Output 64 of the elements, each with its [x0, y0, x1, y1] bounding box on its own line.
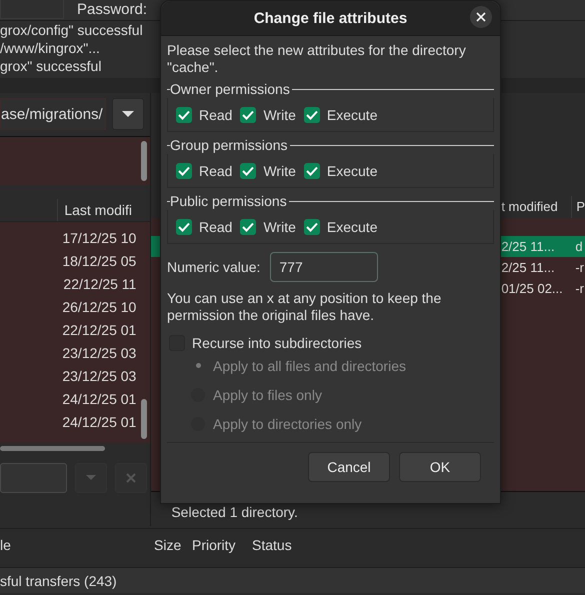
checkbox[interactable]: Execute: [304, 106, 378, 122]
table-cell-text: 22/12/25 11: [62, 275, 136, 294]
table-cell-text: 24/12/25 01: [61, 390, 136, 409]
log-line: grox/config" successful: [0, 21, 143, 39]
column-header[interactable]: P: [571, 196, 585, 218]
text-field[interactable]: [0, 0, 64, 19]
check-icon: [242, 222, 254, 232]
column-header[interactable]: le: [0, 537, 154, 553]
column-header[interactable]: Last modifi: [57, 199, 144, 221]
log-line: /www/kingrox"...: [0, 39, 100, 57]
table-cell-text: 22/12/25 01: [61, 321, 136, 340]
scrollbar[interactable]: [141, 141, 148, 181]
close-button[interactable]: [470, 6, 492, 28]
group-label: Owner permissions: [170, 81, 290, 97]
check-icon: [306, 222, 318, 232]
check-icon: [306, 110, 318, 120]
check-icon: [242, 110, 254, 120]
numeric-label: Numeric value:: [167, 259, 260, 275]
group-label: Public permissions: [170, 193, 287, 209]
checkbox[interactable]: Recurse into subdirectories: [167, 335, 494, 351]
table-cell-text: 17/12/25 10: [61, 229, 136, 248]
table-cell-text: 23/12/25 03: [61, 344, 136, 363]
status-text: Selected 1 directory.: [171, 504, 298, 520]
checkbox[interactable]: Write: [240, 162, 296, 178]
intro-text: Please select the new attributes for the directory "cache".: [167, 42, 467, 76]
check-icon: [242, 166, 254, 176]
check-icon: [178, 110, 190, 120]
check-icon: [306, 166, 318, 176]
ok-button[interactable]: OK: [399, 452, 481, 482]
checkbox[interactable]: Write: [240, 218, 296, 234]
log-line: grox" successful: [0, 57, 102, 75]
checkbox[interactable]: Execute: [304, 218, 378, 234]
table-cell-text: 24/12/25 01: [61, 413, 136, 432]
column-header[interactable]: t modified: [497, 196, 572, 218]
column-header[interactable]: Priority: [192, 537, 252, 553]
check-icon: [178, 222, 190, 232]
path-field[interactable]: ase/migrations/: [0, 98, 106, 130]
checkbox[interactable]: Read: [176, 106, 232, 122]
checkbox[interactable]: Read: [176, 218, 232, 234]
caret-icon: [86, 475, 96, 481]
checkbox[interactable]: Read: [176, 162, 232, 178]
dropdown-button[interactable]: [112, 98, 144, 130]
check-icon: [178, 166, 190, 176]
status-text: sful transfers (243): [0, 572, 117, 588]
clear-button[interactable]: [115, 463, 147, 493]
table-cell-text: 26/12/25 10: [61, 298, 136, 317]
scrollbar[interactable]: [0, 446, 105, 451]
caret-icon: [122, 110, 134, 118]
password-label: Password:: [77, 1, 148, 18]
column-header[interactable]: Size: [154, 537, 192, 553]
column-header[interactable]: Status: [252, 537, 292, 553]
close-icon: [476, 12, 486, 22]
table-cell-text: 23/12/25 03: [61, 367, 136, 386]
hint-text: You can use an x at any position to keep the permission the original files have.: [167, 290, 442, 324]
scrollbar[interactable]: [141, 399, 148, 439]
group-label: Group permissions: [170, 137, 288, 153]
cancel-button[interactable]: Cancel: [308, 452, 390, 482]
checkbox[interactable]: Write: [240, 106, 296, 122]
dialog-title: Change file attributes: [254, 10, 408, 26]
table-cell-text: 18/12/25 05: [61, 252, 136, 271]
numeric-field[interactable]: 777: [270, 252, 378, 282]
close-icon: [126, 473, 136, 483]
text-field[interactable]: [0, 463, 67, 493]
checkbox[interactable]: Execute: [304, 162, 378, 178]
